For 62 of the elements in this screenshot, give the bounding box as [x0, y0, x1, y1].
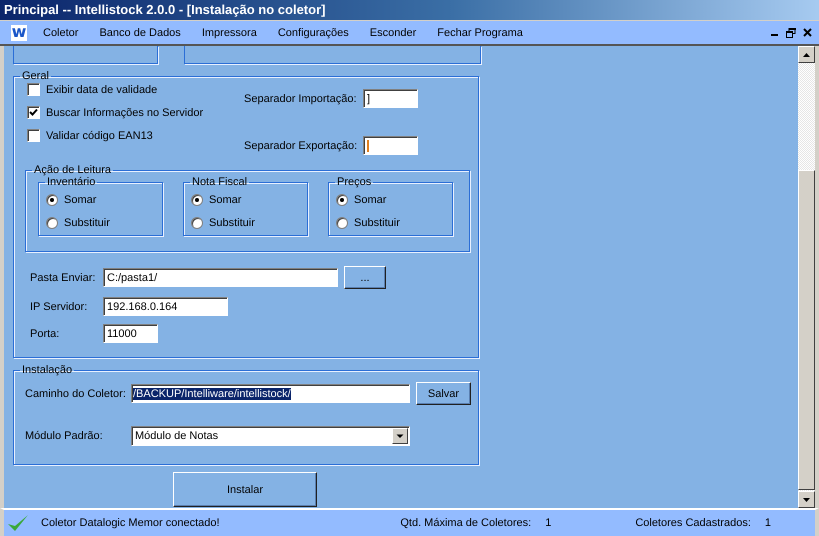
- field-label: Porta:: [30, 328, 60, 340]
- checkbox-label: Exibir data de validade: [46, 84, 158, 96]
- radio-button[interactable]: [46, 217, 58, 229]
- browse-button[interactable]: ...: [344, 266, 386, 289]
- save-button[interactable]: Salvar: [416, 382, 471, 405]
- radio-button[interactable]: [336, 217, 348, 229]
- radio-button[interactable]: [336, 194, 348, 206]
- input-field[interactable]: ]: [363, 89, 418, 108]
- menu-item[interactable]: Esconder: [362, 22, 424, 42]
- group-title: Ação de Leitura: [33, 164, 112, 176]
- menu-item[interactable]: Fechar Programa: [429, 22, 531, 42]
- input-field[interactable]: 11000: [103, 324, 158, 343]
- radio-label: Substituir: [209, 217, 255, 229]
- app-logo: w: [11, 24, 27, 40]
- field-label: Pasta Enviar:: [30, 272, 96, 284]
- radio-button[interactable]: [46, 194, 58, 206]
- close-icon[interactable]: [803, 28, 812, 37]
- menu-item[interactable]: Configurações: [270, 22, 357, 42]
- scrollbar[interactable]: [798, 46, 815, 508]
- menu-item[interactable]: Coletor: [35, 22, 86, 42]
- status-label: Coletores Cadastrados:: [635, 517, 751, 529]
- radio-button[interactable]: [191, 194, 203, 206]
- group-title: Preços: [336, 176, 372, 188]
- restore-icon[interactable]: [786, 28, 796, 38]
- text-cursor: [367, 140, 369, 152]
- dropdown[interactable]: Módulo de Notas: [131, 426, 410, 446]
- window-title: Principal -- Intellistock 2.0.0 - [Instalação no coletor]: [3, 2, 326, 17]
- checkbox[interactable]: [27, 106, 40, 119]
- field-label: Separador Importação:: [244, 92, 358, 104]
- field-label: Módulo Padrão:: [25, 430, 104, 442]
- status-message: Coletor Datalogic Memor conectado!: [41, 517, 220, 529]
- checkbox[interactable]: [27, 129, 40, 142]
- checkbox-label: Buscar Informações no Servidor: [46, 106, 204, 118]
- checkbox[interactable]: [27, 83, 40, 96]
- radio-label: Substituir: [64, 217, 110, 229]
- down-arrow-icon[interactable]: [803, 498, 810, 502]
- checkmark-icon: [7, 514, 29, 532]
- install-button[interactable]: Instalar: [173, 472, 317, 507]
- status-value: 1: [545, 517, 552, 529]
- field-label: Separador Exportação:: [244, 140, 358, 152]
- status-value: 1: [764, 517, 771, 529]
- menu-item[interactable]: Banco de Dados: [91, 22, 189, 42]
- group-title: Geral: [21, 70, 50, 82]
- checkbox-label: Validar código EAN13: [46, 130, 153, 142]
- radio-label: Substituir: [354, 217, 400, 229]
- field-label: IP Servidor:: [30, 300, 88, 312]
- radio-label: Somar: [209, 194, 242, 206]
- up-arrow-icon[interactable]: [803, 52, 810, 56]
- radio-button[interactable]: [191, 217, 203, 229]
- group-title: Instalação: [21, 364, 74, 376]
- input-field[interactable]: 192.168.0.164: [103, 297, 228, 316]
- group-title: Nota Fiscal: [191, 176, 248, 188]
- input-field[interactable]: [363, 136, 418, 155]
- scroll-thumb[interactable]: [798, 170, 815, 490]
- status-label: Qtd. Máxima de Coletores:: [400, 517, 532, 529]
- field-label: Caminho do Coletor:: [25, 388, 127, 400]
- input-field[interactable]: C:/pasta1/: [103, 268, 338, 287]
- radio-label: Somar: [64, 194, 96, 206]
- input-field[interactable]: /BACKUP/Intelliware/intellistock/: [131, 384, 410, 403]
- group-title: Inventário: [46, 176, 96, 188]
- menu-item[interactable]: Impressora: [194, 22, 265, 42]
- radio-label: Somar: [354, 194, 386, 206]
